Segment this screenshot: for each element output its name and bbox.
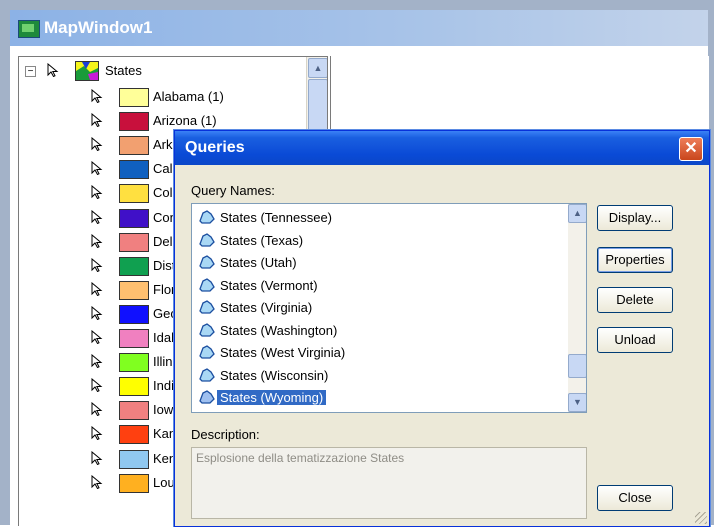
color-swatch: [119, 329, 149, 348]
delete-button[interactable]: Delete: [597, 287, 673, 313]
window-frame-left: [0, 0, 10, 525]
query-item-label: States (Tennessee): [220, 210, 333, 225]
color-swatch: [119, 425, 149, 445]
query-list-item[interactable]: States (Virginia): [194, 296, 564, 318]
query-list-item[interactable]: States (Wyoming): [194, 386, 564, 408]
color-swatch: [119, 256, 149, 276]
arrow-cursor-icon: [91, 281, 103, 296]
query-layer-icon: [198, 254, 216, 270]
arrow-cursor-icon: [91, 209, 103, 224]
color-swatch: [119, 112, 149, 132]
close-button[interactable]: Close: [597, 485, 673, 511]
arrow-cursor-icon: [91, 402, 103, 417]
main-window-title: MapWindow1: [44, 18, 153, 37]
query-list-item[interactable]: States (Utah): [194, 251, 564, 273]
query-names-label: Query Names:: [191, 183, 275, 198]
arrow-cursor-icon: [91, 113, 103, 128]
query-item-label: States (Virginia): [220, 300, 313, 315]
color-swatch: [119, 401, 149, 421]
query-item-label: States (Vermont): [220, 277, 318, 293]
color-swatch: [119, 184, 149, 204]
arrow-cursor-icon: [91, 474, 103, 489]
color-swatch: [119, 232, 149, 252]
color-swatch: [119, 473, 149, 493]
scroll-up-arrow-icon[interactable]: ▲: [308, 58, 327, 78]
query-layer-icon: [198, 232, 216, 248]
query-item-label: States (Wisconsin): [220, 367, 329, 383]
arrow-cursor-icon: [91, 305, 103, 320]
color-swatch: [119, 304, 149, 324]
category-label: Arizona (1): [153, 113, 217, 129]
color-swatch: [119, 136, 149, 156]
arrow-cursor-icon: [91, 330, 103, 344]
arrow-cursor-icon: [47, 63, 59, 77]
dialog-title: Queries: [185, 139, 245, 156]
color-swatch: [119, 449, 149, 469]
query-list-item[interactable]: States (Tennessee): [194, 206, 564, 228]
query-layer-icon: [198, 367, 216, 383]
color-swatch: [119, 88, 149, 107]
query-layer-icon: [198, 389, 216, 405]
queries-dialog: Queries ✕ Query Names: States (Tennessee…: [174, 130, 710, 527]
color-swatch: [119, 377, 149, 397]
query-list-scrollbar[interactable]: ▲ ▼: [568, 204, 586, 412]
query-item-label: States (Texas): [220, 232, 304, 248]
description-field[interactable]: Esplosione della tematizzazione States: [191, 447, 587, 519]
query-list-scroll-thumb[interactable]: [568, 354, 586, 378]
query-list-item[interactable]: States (Wisconsin): [194, 364, 564, 386]
layer-name: States: [105, 63, 142, 78]
arrow-cursor-icon: [91, 233, 103, 248]
arrow-cursor-icon: [91, 426, 103, 441]
query-names-list[interactable]: States (Tennessee) States (Texas) States (…: [191, 203, 587, 413]
resize-grip-icon[interactable]: [695, 512, 707, 524]
arrow-cursor-icon: [91, 161, 103, 176]
query-list-item[interactable]: States (Vermont): [194, 274, 564, 296]
query-layer-icon: [198, 209, 216, 225]
query-layer-icon: [198, 322, 216, 338]
unload-button[interactable]: Unload: [597, 327, 673, 353]
scroll-up-arrow-icon[interactable]: ▲: [568, 204, 586, 223]
query-item-label: States (Wyoming): [217, 390, 327, 405]
arrow-cursor-icon: [91, 257, 103, 272]
query-list-item[interactable]: States (Washington): [194, 319, 564, 341]
query-layer-icon: [198, 277, 216, 293]
properties-button[interactable]: Properties: [597, 247, 673, 273]
map-app-icon: [18, 20, 40, 38]
arrow-cursor-icon: [91, 89, 103, 103]
collapse-minus-icon[interactable]: −: [25, 66, 36, 77]
arrow-cursor-icon: [91, 185, 103, 200]
query-list-item[interactable]: States (Texas): [194, 229, 564, 251]
arrow-cursor-icon: [91, 137, 103, 152]
color-swatch: [119, 208, 149, 228]
color-swatch: [119, 353, 149, 373]
query-list-item[interactable]: States (West Virginia): [194, 341, 564, 363]
arrow-cursor-icon: [91, 450, 103, 465]
query-layer-icon: [198, 344, 216, 360]
query-layer-icon: [198, 299, 216, 315]
legend-layer-row[interactable]: − States: [19, 59, 305, 83]
close-icon[interactable]: ✕: [679, 137, 703, 161]
scroll-down-arrow-icon[interactable]: ▼: [568, 393, 586, 412]
description-text: Esplosione della tematizzazione States: [196, 451, 405, 465]
color-swatch: [119, 280, 149, 300]
query-item-label: States (Utah): [220, 255, 297, 270]
color-swatch: [119, 160, 149, 180]
arrow-cursor-icon: [91, 378, 103, 393]
legend-category-row[interactable]: Alabama (1): [19, 85, 305, 109]
dialog-titlebar[interactable]: Queries ✕: [175, 131, 709, 165]
polygon-layer-icon: [75, 61, 99, 81]
window-frame-top: [0, 0, 714, 10]
arrow-cursor-icon: [91, 354, 103, 369]
query-item-label: States (Washington): [220, 322, 338, 338]
description-label: Description:: [191, 427, 260, 442]
category-label: Alabama (1): [153, 89, 224, 104]
query-item-label: States (West Virginia): [220, 345, 346, 360]
display-button[interactable]: Display...: [597, 205, 673, 231]
main-window-titlebar[interactable]: MapWindow1: [10, 10, 708, 46]
